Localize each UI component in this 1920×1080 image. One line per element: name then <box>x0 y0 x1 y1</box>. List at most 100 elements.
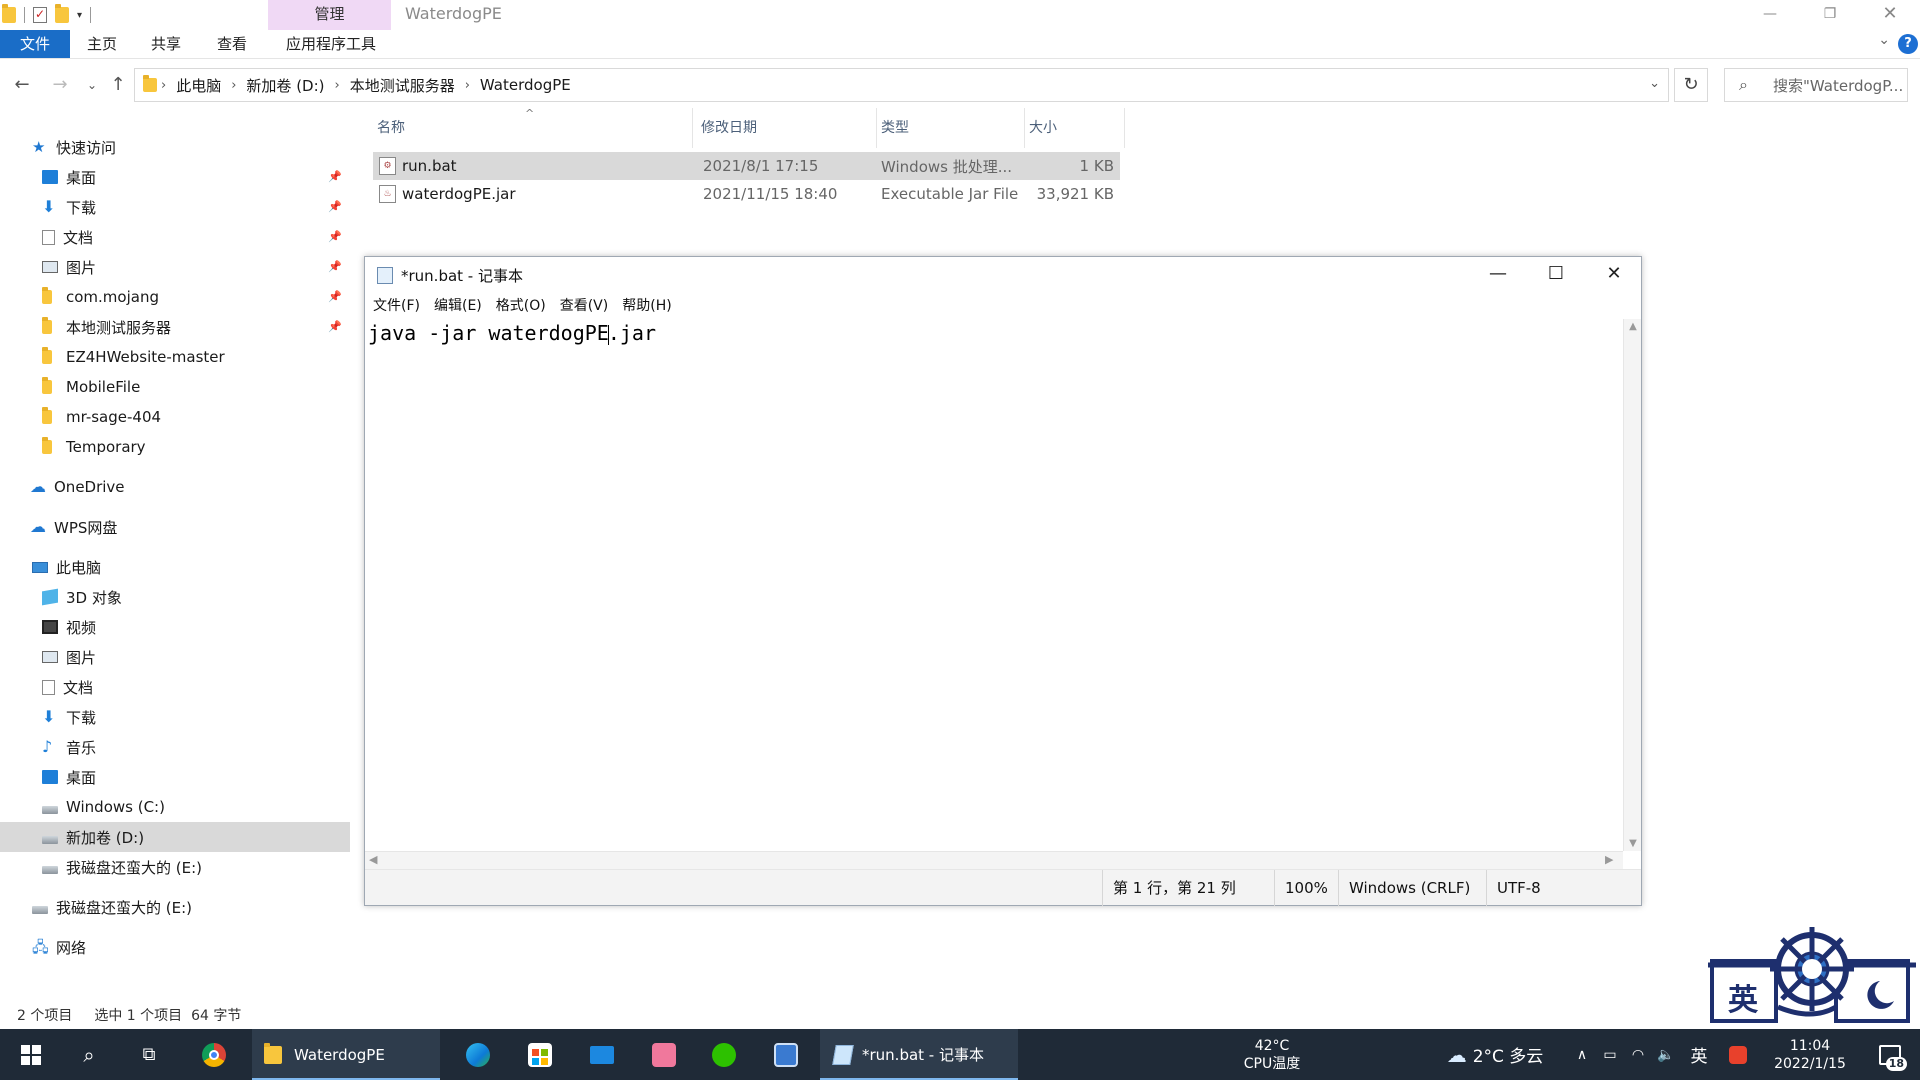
nav-onedrive[interactable]: ☁ OneDrive <box>0 472 350 502</box>
mail-icon[interactable] <box>578 1029 626 1080</box>
nav-wps[interactable]: ☁ WPS网盘 <box>0 512 350 542</box>
breadcrumb-this-pc[interactable]: 此电脑 <box>170 75 227 96</box>
nav-quick-downloads[interactable]: ⬇ 下载 📌 <box>0 192 350 222</box>
nav-pc-downloads[interactable]: ⬇ 下载 <box>0 702 350 732</box>
nav-quick-desktop[interactable]: 桌面 📌 <box>0 162 350 192</box>
restore-button[interactable]: ❐ <box>1800 0 1860 30</box>
store-icon[interactable] <box>516 1029 564 1080</box>
breadcrumb-separator[interactable]: › <box>227 78 240 93</box>
nav-pc-drive-e[interactable]: 我磁盘还蛮大的 (E:) <box>0 852 350 882</box>
horizontal-scrollbar[interactable]: ◀ ▶ <box>365 851 1623 869</box>
nav-quick-mobilefile[interactable]: MobileFile <box>0 372 350 402</box>
maximize-button[interactable]: ☐ <box>1527 257 1585 293</box>
pin-icon[interactable]: 📌 <box>328 170 342 183</box>
ime-indicator[interactable]: 英 <box>1684 1029 1714 1080</box>
taskbar-app-explorer[interactable]: WaterdogPE <box>252 1029 440 1080</box>
help-icon[interactable]: ? <box>1898 34 1918 54</box>
nav-this-pc[interactable]: 此电脑 <box>0 552 350 582</box>
address-bar[interactable]: › 此电脑 › 新加卷 (D:) › 本地测试服务器 › WaterdogPE … <box>134 68 1669 102</box>
nav-pc-drive-d[interactable]: 新加卷 (D:) <box>0 822 350 852</box>
file-row[interactable]: ♨ waterdogPE.jar 2021/11/15 18:40 Execut… <box>373 180 1120 208</box>
manage-contextual-tab[interactable]: 管理 <box>268 0 391 30</box>
sogou-ime-icon[interactable] <box>1724 1029 1752 1080</box>
nav-pc-music[interactable]: ♪ 音乐 <box>0 732 350 762</box>
nav-pc-desktop[interactable]: 桌面 <box>0 762 350 792</box>
column-header-date[interactable]: 修改日期 <box>697 108 877 148</box>
weather-widget[interactable]: ☁ 2°C 多云 <box>1436 1029 1554 1080</box>
nav-pc-pictures[interactable]: 图片 <box>0 642 350 672</box>
bilibili-icon[interactable] <box>640 1029 688 1080</box>
pin-icon[interactable]: 📌 <box>328 320 342 333</box>
clock[interactable]: 11:04 2022/1/15 <box>1762 1029 1858 1080</box>
volume-icon[interactable]: 🔈 <box>1654 1029 1678 1080</box>
minimize-button[interactable]: — <box>1740 0 1800 30</box>
properties-icon[interactable]: ✓ <box>33 7 47 23</box>
breadcrumb-separator[interactable]: › <box>331 78 344 93</box>
chrome-icon[interactable] <box>190 1029 238 1080</box>
pin-icon[interactable]: 📌 <box>328 200 342 213</box>
tab-application-tools[interactable]: 应用程序工具 <box>276 30 386 58</box>
expand-ribbon-icon[interactable]: ⌄ <box>1878 32 1890 48</box>
file-row[interactable]: ⚙ run.bat 2021/8/1 17:15 Windows 批处理... … <box>373 152 1120 180</box>
menu-file[interactable]: 文件(F) <box>373 295 420 315</box>
nav-quick-documents[interactable]: 文档 📌 <box>0 222 350 252</box>
scroll-down-icon[interactable]: ▼ <box>1624 838 1642 849</box>
breadcrumb-separator[interactable]: › <box>157 78 170 93</box>
refresh-button[interactable]: ↻ <box>1674 68 1708 102</box>
nav-pc-3d-objects[interactable]: 3D 对象 <box>0 582 350 612</box>
nav-quick-mr-sage[interactable]: mr-sage-404 <box>0 402 350 432</box>
menu-format[interactable]: 格式(O) <box>496 295 546 315</box>
close-button[interactable]: ✕ <box>1860 0 1920 30</box>
cpu-temperature-widget[interactable]: 42°C CPU温度 <box>1222 1029 1322 1080</box>
pin-icon[interactable]: 📌 <box>328 230 342 243</box>
nav-quick-access[interactable]: ★ 快速访问 <box>0 132 350 162</box>
column-header-name[interactable]: 名称 ^ <box>373 107 693 148</box>
search-input[interactable]: ⌕ 搜索"WaterdogP... <box>1724 68 1908 102</box>
column-header-size[interactable]: 大小 <box>1025 108 1125 148</box>
remote-desktop-icon[interactable] <box>762 1029 810 1080</box>
pin-icon[interactable]: 📌 <box>328 260 342 273</box>
scroll-right-icon[interactable]: ▶ <box>1605 853 1613 866</box>
nav-pc-documents[interactable]: 文档 <box>0 672 350 702</box>
back-button[interactable]: ← <box>10 72 34 98</box>
nav-network[interactable]: 🖧 网络 <box>0 932 350 962</box>
nav-quick-ez4hwebsite[interactable]: EZ4HWebsite-master <box>0 342 350 372</box>
menu-help[interactable]: 帮助(H) <box>622 295 671 315</box>
column-header-type[interactable]: 类型 <box>877 108 1025 148</box>
tab-file[interactable]: 文件 <box>0 30 70 58</box>
new-folder-icon[interactable] <box>55 4 69 23</box>
close-button[interactable]: ✕ <box>1585 257 1643 293</box>
tab-home[interactable]: 主页 <box>80 30 124 58</box>
nav-quick-com-mojang[interactable]: com.mojang 📌 <box>0 282 350 312</box>
search-icon[interactable]: ⌕ <box>66 1029 112 1080</box>
menu-edit[interactable]: 编辑(E) <box>434 295 482 315</box>
breadcrumb-drive-d[interactable]: 新加卷 (D:) <box>240 75 330 96</box>
pin-icon[interactable]: 📌 <box>328 290 342 303</box>
wechat-icon[interactable] <box>700 1029 748 1080</box>
nav-quick-pictures[interactable]: 图片 📌 <box>0 252 350 282</box>
recent-locations-button[interactable]: ⌄ <box>80 72 104 98</box>
scroll-up-icon[interactable]: ▲ <box>1624 321 1642 332</box>
tab-share[interactable]: 共享 <box>144 30 188 58</box>
breadcrumb-waterdogpe[interactable]: WaterdogPE <box>474 76 577 94</box>
notepad-text-area[interactable]: java -jar waterdogPE.jar <box>366 319 1622 851</box>
breadcrumb-test-server[interactable]: 本地测试服务器 <box>344 75 461 96</box>
minimize-button[interactable]: — <box>1469 257 1527 293</box>
menu-view[interactable]: 查看(V) <box>560 295 609 315</box>
taskbar-app-notepad[interactable]: *run.bat - 记事本 <box>820 1029 1018 1080</box>
edge-icon[interactable] <box>454 1029 502 1080</box>
tab-view[interactable]: 查看 <box>210 30 254 58</box>
show-hidden-icons-icon[interactable]: ∧ <box>1570 1029 1594 1080</box>
start-button[interactable] <box>8 1029 54 1080</box>
notification-center-icon[interactable]: 18 <box>1868 1029 1912 1080</box>
chevron-down-icon[interactable]: ⌄ <box>1649 76 1660 91</box>
breadcrumb-separator[interactable]: › <box>461 78 474 93</box>
nav-quick-temporary[interactable]: Temporary <box>0 432 350 462</box>
up-button[interactable]: ↑ <box>106 72 130 98</box>
forward-button[interactable]: → <box>48 72 72 98</box>
task-view-icon[interactable]: ⧉ <box>126 1029 172 1080</box>
nav-pc-drive-c[interactable]: Windows (C:) <box>0 792 350 822</box>
nav-drive-e-root[interactable]: 我磁盘还蛮大的 (E:) <box>0 892 350 922</box>
folder-icon[interactable] <box>2 4 16 23</box>
battery-icon[interactable]: ▭ <box>1598 1029 1622 1080</box>
